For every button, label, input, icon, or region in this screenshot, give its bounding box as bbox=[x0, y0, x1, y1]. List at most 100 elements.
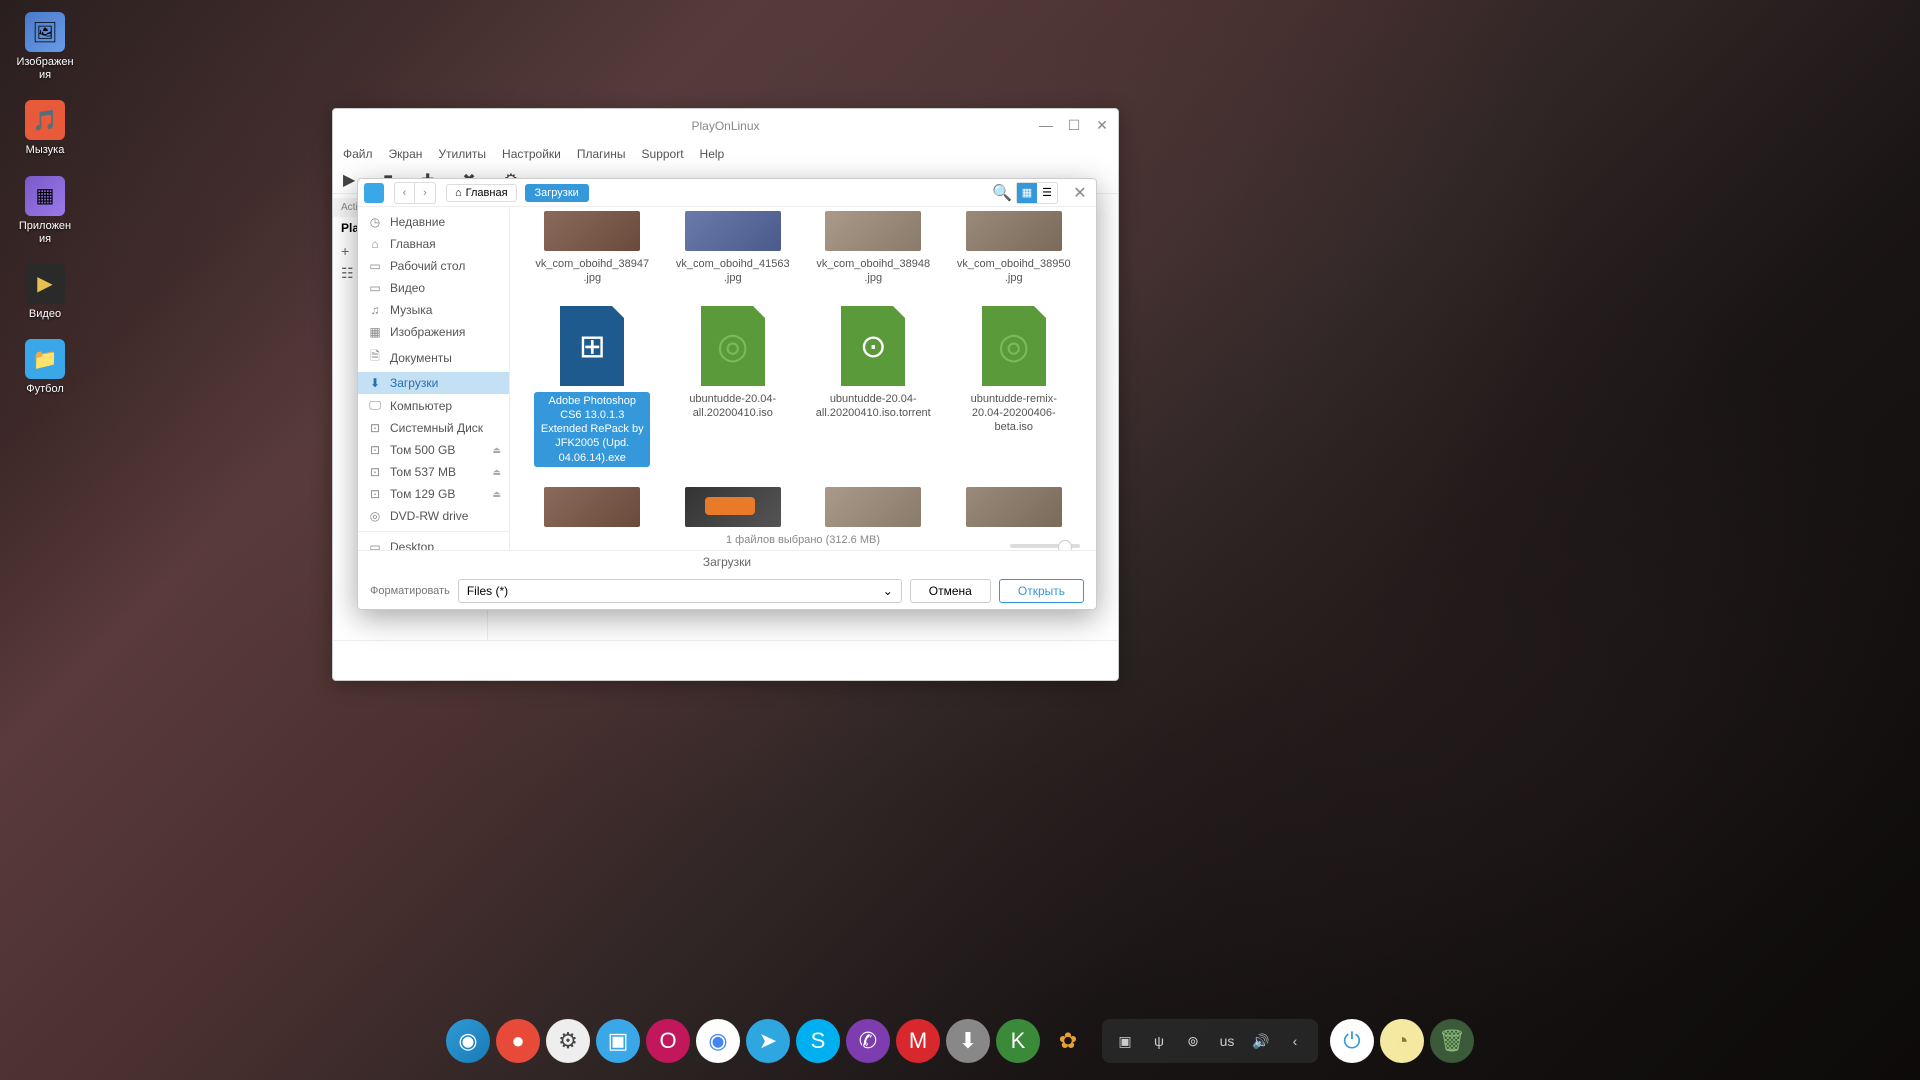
sidebar-item-Рабочий стол[interactable]: ▭Рабочий стол bbox=[358, 255, 509, 277]
close-button[interactable]: ✕ bbox=[1070, 183, 1090, 203]
dock-telegram[interactable]: ➤ bbox=[746, 1019, 790, 1063]
tray-keyboard[interactable]: us bbox=[1210, 1024, 1244, 1058]
folder-icon: ♫ bbox=[368, 303, 382, 317]
file-item[interactable] bbox=[528, 483, 656, 537]
eject-icon[interactable]: ⏏ bbox=[492, 445, 501, 456]
zoom-slider[interactable] bbox=[1010, 544, 1080, 548]
sidebar-item-Изображения[interactable]: ▦Изображения bbox=[358, 321, 509, 343]
sidebar-item-Недавние[interactable]: ◷Недавние bbox=[358, 211, 509, 233]
folder-icon: ▦ bbox=[368, 325, 382, 339]
file-item[interactable] bbox=[669, 483, 797, 537]
open-button[interactable]: Открыть bbox=[999, 579, 1084, 603]
folder-icon: ▭ bbox=[368, 281, 382, 295]
view-grid-button[interactable]: ▦ bbox=[1017, 183, 1037, 203]
sidebar-item-Главная[interactable]: ⌂Главная bbox=[358, 233, 509, 255]
dock-power[interactable]: ⏻ bbox=[1330, 1019, 1374, 1063]
eject-icon[interactable]: ⏏ bbox=[492, 489, 501, 500]
desktop-icon-images[interactable]: 🖼Изображен ия bbox=[15, 12, 75, 82]
sidebar-item-Музыка[interactable]: ♫Музыка bbox=[358, 299, 509, 321]
nav-forward-button[interactable]: › bbox=[415, 183, 435, 203]
search-button[interactable]: 🔍 bbox=[992, 183, 1012, 203]
dock-chrome[interactable]: ◉ bbox=[696, 1019, 740, 1063]
dock-playonlinux[interactable]: ✿ bbox=[1046, 1019, 1090, 1063]
dock-settings[interactable]: ⚙ bbox=[546, 1019, 590, 1063]
file-item[interactable]: vk_com_oboihd_38948.jpg bbox=[809, 207, 937, 290]
tray-collapse[interactable]: ‹ bbox=[1278, 1024, 1312, 1058]
home-icon: ⌂ bbox=[455, 187, 462, 199]
view-list-button[interactable]: ☰ bbox=[1037, 183, 1057, 203]
sidebar-item-Том 537 MB[interactable]: ⊡Том 537 MB⏏ bbox=[358, 461, 509, 483]
dock-kodi[interactable]: K bbox=[996, 1019, 1040, 1063]
tray-notification[interactable]: ▣ bbox=[1108, 1024, 1142, 1058]
file-item[interactable]: ubuntudde-20.04-all.20200410.iso bbox=[669, 302, 797, 471]
sidebar-item-Компьютер[interactable]: 🖵Компьютер bbox=[358, 394, 509, 417]
tray-usb[interactable]: ψ bbox=[1142, 1024, 1176, 1058]
sidebar-item-Документы[interactable]: 🗎Документы bbox=[358, 343, 509, 372]
menu-support[interactable]: Support bbox=[642, 147, 684, 161]
file-item[interactable]: ubuntudde-20.04-all.20200410.iso.torrent bbox=[809, 302, 937, 471]
dock-viber[interactable]: ✆ bbox=[846, 1019, 890, 1063]
folder-icon: 🖵 bbox=[368, 398, 382, 413]
sidebar-item-Системный Диск[interactable]: ⊡Системный Диск bbox=[358, 417, 509, 439]
window-titlebar[interactable]: PlayOnLinux — ☐ ✕ bbox=[333, 109, 1118, 142]
file-item[interactable] bbox=[809, 483, 937, 537]
close-button[interactable]: ✕ bbox=[1094, 117, 1110, 133]
dock-transmission[interactable]: ⬇ bbox=[946, 1019, 990, 1063]
eject-icon[interactable]: ⏏ bbox=[492, 467, 501, 478]
sidebar-item-Загрузки[interactable]: ⬇Загрузки bbox=[358, 372, 509, 394]
folder-icon: 🗎 bbox=[368, 347, 382, 368]
file-item[interactable] bbox=[950, 483, 1078, 537]
menu-settings[interactable]: Настройки bbox=[502, 147, 561, 161]
dock-recorder[interactable]: ● bbox=[496, 1019, 540, 1063]
file-icon bbox=[841, 306, 905, 386]
menu-file[interactable]: Файл bbox=[343, 147, 373, 161]
file-item[interactable]: ubuntudde-remix-20.04-20200406-beta.iso bbox=[950, 302, 1078, 471]
sidebar-item-Том 129 GB[interactable]: ⊡Том 129 GB⏏ bbox=[358, 483, 509, 505]
sidebar-item-Том 500 GB[interactable]: ⊡Том 500 GB⏏ bbox=[358, 439, 509, 461]
desktop-icon-football[interactable]: 📁Футбол bbox=[15, 339, 75, 396]
menu-help[interactable]: Help bbox=[700, 147, 725, 161]
tray-wifi[interactable]: ⊚ bbox=[1176, 1024, 1210, 1058]
fc-content[interactable]: vk_com_oboihd_38947.jpgvk_com_oboihd_415… bbox=[510, 207, 1096, 550]
file-item[interactable]: vk_com_oboihd_38950.jpg bbox=[950, 207, 1078, 290]
file-item[interactable]: Adobe Photoshop CS6 13.0.1.3 Extended Re… bbox=[528, 302, 656, 471]
menu-utils[interactable]: Утилиты bbox=[438, 147, 486, 161]
dock-opera[interactable]: O bbox=[646, 1019, 690, 1063]
image-thumbnail bbox=[685, 487, 781, 527]
menu-plugins[interactable]: Плагины bbox=[577, 147, 626, 161]
dock-skype[interactable]: S bbox=[796, 1019, 840, 1063]
menu-screen[interactable]: Экран bbox=[389, 147, 423, 161]
images-icon: 🖼 bbox=[25, 12, 65, 52]
nav-back-button[interactable]: ‹ bbox=[395, 183, 415, 203]
breadcrumb-home[interactable]: ⌂Главная bbox=[446, 184, 517, 202]
dock-time[interactable]: ◔ bbox=[1380, 1019, 1424, 1063]
desktop-icon-music[interactable]: 🎵Мызука bbox=[15, 100, 75, 157]
image-thumbnail bbox=[685, 211, 781, 251]
sidebar-item-Desktop[interactable]: ▭Desktop bbox=[358, 536, 509, 550]
minimize-button[interactable]: — bbox=[1038, 117, 1054, 133]
tray-volume[interactable]: 🔊 bbox=[1244, 1024, 1278, 1058]
dock-mega[interactable]: M bbox=[896, 1019, 940, 1063]
sidebar-item-Видео[interactable]: ▭Видео bbox=[358, 277, 509, 299]
sidebar-item-DVD-RW drive[interactable]: ◎DVD-RW drive bbox=[358, 505, 509, 527]
dock-launcher[interactable]: ◉ bbox=[446, 1019, 490, 1063]
format-select[interactable]: Files (*)⌄ bbox=[458, 579, 902, 603]
folder-icon: ⊡ bbox=[368, 421, 382, 435]
maximize-button[interactable]: ☐ bbox=[1066, 117, 1082, 133]
format-label: Форматировать bbox=[370, 585, 450, 597]
dock-trash[interactable]: 🗑 bbox=[1430, 1019, 1474, 1063]
folder-icon: ◎ bbox=[368, 509, 382, 523]
toolbar-run[interactable]: ▶ bbox=[343, 170, 355, 190]
desktop-icons: 🖼Изображен ия 🎵Мызука ▦Приложен ия ▶Виде… bbox=[15, 12, 75, 396]
desktop-icon-apps[interactable]: ▦Приложен ия bbox=[15, 176, 75, 246]
file-item[interactable]: vk_com_oboihd_41563.jpg bbox=[669, 207, 797, 290]
breadcrumb-current[interactable]: Загрузки bbox=[525, 184, 589, 202]
status-bar: 1 файлов выбрано (312.6 MB) bbox=[510, 530, 1096, 550]
dock-appstore[interactable]: ▣ bbox=[596, 1019, 640, 1063]
desktop-icon-video[interactable]: ▶Видео bbox=[15, 264, 75, 321]
file-icon bbox=[982, 306, 1046, 386]
file-item[interactable]: vk_com_oboihd_38947.jpg bbox=[528, 207, 656, 290]
video-icon: ▶ bbox=[25, 264, 65, 304]
folder-icon: ◷ bbox=[368, 215, 382, 229]
cancel-button[interactable]: Отмена bbox=[910, 579, 991, 603]
